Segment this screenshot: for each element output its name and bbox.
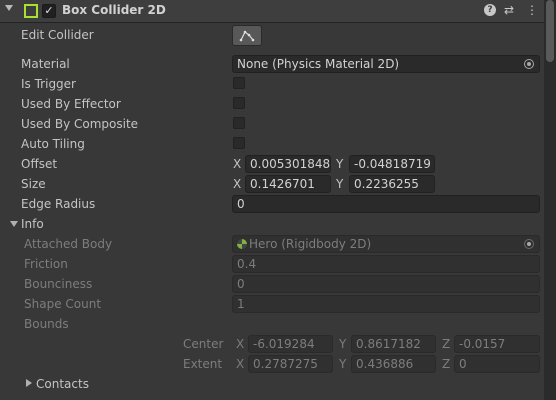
used-by-effector-checkbox[interactable] bbox=[233, 97, 245, 109]
used-by-composite-checkbox[interactable] bbox=[233, 117, 245, 129]
edit-collider-button[interactable] bbox=[232, 25, 262, 46]
offset-label: Offset bbox=[21, 157, 58, 171]
offset-x-label[interactable]: X bbox=[233, 157, 241, 171]
scrollbar-thumb[interactable] bbox=[546, 0, 554, 62]
rigidbody-icon bbox=[237, 239, 247, 249]
size-x-label[interactable]: X bbox=[233, 177, 241, 191]
center-label: Center bbox=[183, 337, 224, 351]
inspector-scrollbar[interactable] bbox=[544, 0, 556, 400]
box-collider-icon bbox=[24, 4, 38, 18]
bounds-label: Bounds bbox=[24, 317, 69, 331]
material-label: Material bbox=[21, 57, 70, 71]
contacts-collapsed-arrow-icon[interactable] bbox=[26, 379, 32, 387]
edge-radius-row: Edge Radius 0 bbox=[0, 194, 544, 214]
context-menu-icon[interactable]: ⋮ bbox=[526, 3, 538, 17]
bounds-extent-row: Extent X 0.2787275 Y 0.436886 Z 0 bbox=[0, 354, 544, 374]
bounciness-label: Bounciness bbox=[24, 277, 93, 291]
extent-y-field: 0.436886 bbox=[351, 355, 436, 373]
edge-radius-field[interactable]: 0 bbox=[232, 195, 540, 213]
shape-count-label: Shape Count bbox=[24, 297, 102, 311]
material-value: None (Physics Material 2D) bbox=[237, 57, 400, 71]
center-x-label: X bbox=[236, 337, 245, 351]
info-foldout[interactable]: Info bbox=[0, 214, 544, 234]
foldout-arrow-icon[interactable] bbox=[5, 5, 13, 11]
contacts-label[interactable]: Contacts bbox=[36, 377, 89, 391]
size-y-label[interactable]: Y bbox=[336, 177, 343, 191]
bounds-row: Bounds bbox=[0, 314, 544, 334]
extent-z-label: Z bbox=[442, 357, 451, 371]
bounciness-row: Bounciness 0 bbox=[0, 274, 544, 294]
shape-count-row: Shape Count 1 bbox=[0, 294, 544, 314]
material-field[interactable]: None (Physics Material 2D) bbox=[232, 55, 540, 73]
offset-y-label[interactable]: Y bbox=[336, 157, 343, 171]
edit-collider-row: Edit Collider bbox=[0, 25, 544, 45]
offset-x-field[interactable]: 0.005301848 bbox=[245, 155, 331, 173]
bounciness-field: 0 bbox=[232, 275, 540, 293]
size-x-field[interactable]: 0.1426701 bbox=[245, 175, 331, 193]
size-label: Size bbox=[21, 177, 46, 191]
extent-x-label: X bbox=[236, 357, 245, 371]
info-label[interactable]: Info bbox=[21, 217, 44, 231]
extent-z-field: 0 bbox=[454, 355, 540, 373]
offset-row: Offset X 0.005301848 Y -0.04818719 bbox=[0, 154, 544, 174]
friction-label: Friction bbox=[24, 257, 68, 271]
contacts-foldout[interactable]: Contacts bbox=[0, 374, 544, 394]
attached-body-value: Hero (Rigidbody 2D) bbox=[249, 237, 372, 251]
size-y-field[interactable]: 0.2236255 bbox=[349, 175, 435, 193]
center-z-label: Z bbox=[442, 337, 451, 351]
edge-radius-label: Edge Radius bbox=[21, 197, 96, 211]
bounds-center-row: Center X -6.019284 Y 0.8617182 Z -0.0157 bbox=[0, 334, 544, 354]
edit-collider-label: Edit Collider bbox=[21, 28, 94, 42]
size-row: Size X 0.1426701 Y 0.2236255 bbox=[0, 174, 544, 194]
used-by-composite-row: Used By Composite bbox=[0, 114, 544, 134]
component-header: ✓ Box Collider 2D ? ⇄ ⋮ bbox=[0, 0, 544, 23]
component-title: Box Collider 2D bbox=[62, 3, 166, 17]
is-trigger-checkbox[interactable] bbox=[233, 77, 245, 89]
center-y-field: 0.8617182 bbox=[351, 335, 436, 353]
material-row: Material None (Physics Material 2D) bbox=[0, 54, 544, 74]
attached-body-label: Attached Body bbox=[24, 237, 113, 251]
offset-y-field[interactable]: -0.04818719 bbox=[349, 155, 435, 173]
extent-x-field: 0.2787275 bbox=[248, 355, 333, 373]
auto-tiling-checkbox[interactable] bbox=[233, 137, 245, 149]
is-trigger-label: Is Trigger bbox=[21, 77, 76, 91]
object-picker-icon[interactable] bbox=[524, 59, 534, 69]
is-trigger-row: Is Trigger bbox=[0, 74, 544, 94]
info-expanded-arrow-icon[interactable] bbox=[10, 221, 18, 227]
friction-row: Friction 0.4 bbox=[0, 254, 544, 274]
friction-field: 0.4 bbox=[232, 255, 540, 273]
help-icon[interactable]: ? bbox=[484, 4, 496, 16]
attached-body-field: Hero (Rigidbody 2D) bbox=[232, 235, 540, 253]
auto-tiling-row: Auto Tiling bbox=[0, 134, 544, 154]
object-picker-icon bbox=[524, 239, 534, 249]
used-by-effector-row: Used By Effector bbox=[0, 94, 544, 114]
center-z-field: -0.0157 bbox=[454, 335, 540, 353]
component-enabled-checkbox[interactable]: ✓ bbox=[42, 4, 56, 18]
attached-body-row: Attached Body Hero (Rigidbody 2D) bbox=[0, 234, 544, 254]
extent-y-label: Y bbox=[339, 357, 347, 371]
used-by-effector-label: Used By Effector bbox=[21, 97, 121, 111]
edit-collider-icon bbox=[239, 30, 255, 42]
auto-tiling-label: Auto Tiling bbox=[21, 137, 85, 151]
shape-count-field: 1 bbox=[232, 295, 540, 313]
center-y-label: Y bbox=[339, 337, 347, 351]
used-by-composite-label: Used By Composite bbox=[21, 117, 139, 131]
extent-label: Extent bbox=[183, 357, 223, 371]
center-x-field: -6.019284 bbox=[248, 335, 333, 353]
presets-icon[interactable]: ⇄ bbox=[504, 3, 514, 17]
